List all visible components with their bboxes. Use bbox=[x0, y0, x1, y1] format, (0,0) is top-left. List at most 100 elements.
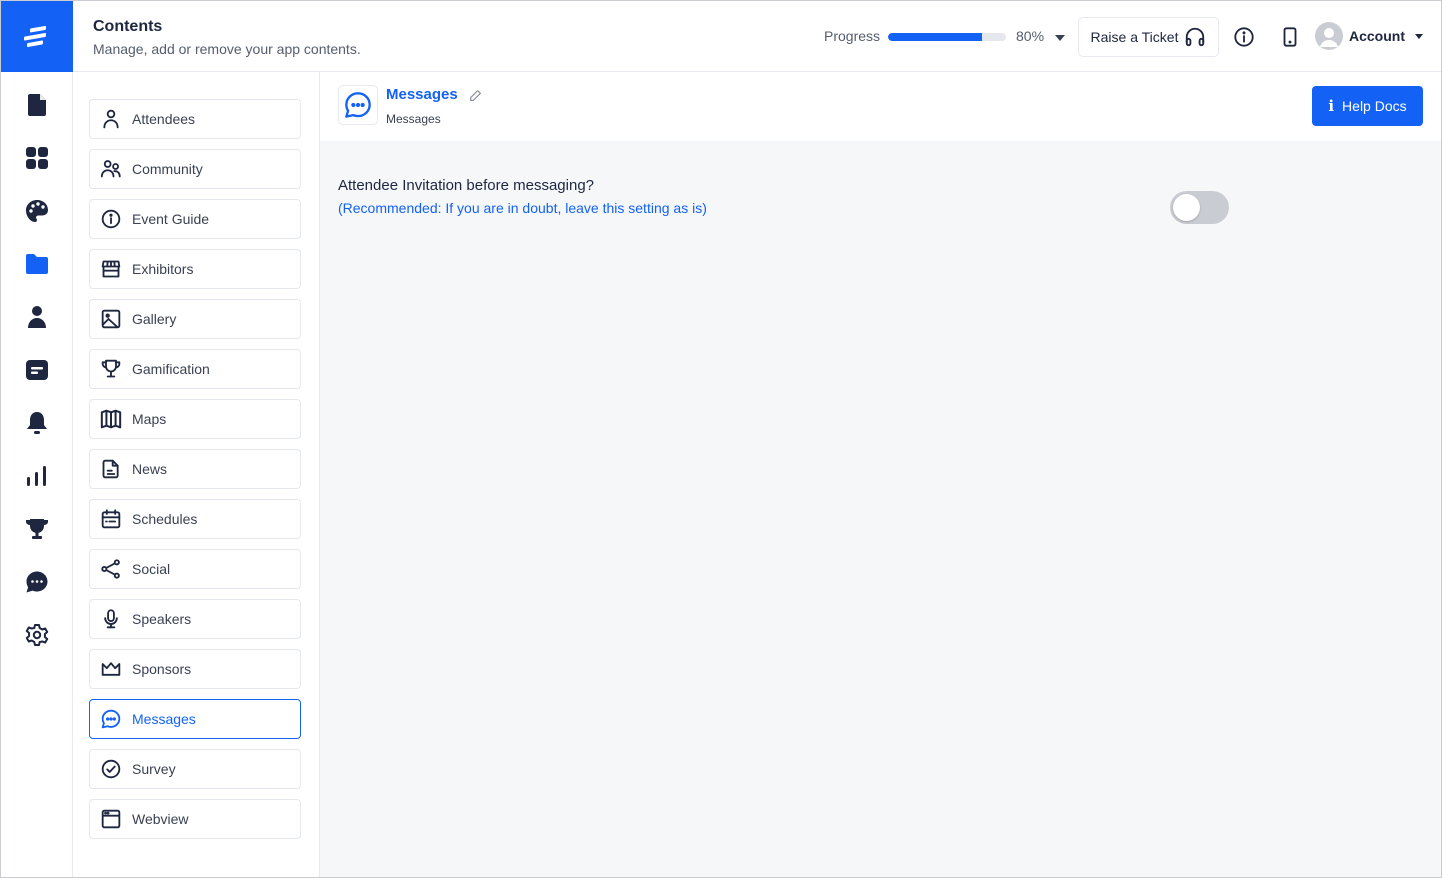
main-nav-rail bbox=[1, 72, 73, 877]
content-item-label: News bbox=[132, 461, 168, 477]
crown-icon bbox=[101, 662, 121, 676]
content-item-gallery[interactable]: Gallery bbox=[89, 299, 301, 339]
content-item-speakers[interactable]: Speakers bbox=[89, 599, 301, 639]
user-icon bbox=[28, 306, 46, 328]
content-item-attendees[interactable]: Attendees bbox=[89, 99, 301, 139]
content-item-webview[interactable]: Webview bbox=[89, 799, 301, 839]
browser-window-icon bbox=[101, 809, 121, 829]
gear-icon bbox=[25, 624, 49, 646]
content-item-sponsors[interactable]: Sponsors bbox=[89, 649, 301, 689]
share-icon bbox=[101, 559, 120, 579]
content-item-gamification[interactable]: Gamification bbox=[89, 349, 301, 389]
raise-ticket-button[interactable]: Raise a Ticket bbox=[1078, 17, 1219, 57]
chat-bubble-icon bbox=[26, 571, 48, 593]
content-item-label: Speakers bbox=[132, 611, 192, 627]
main-panel: Messages Messages i Help Docs Attendee I… bbox=[320, 72, 1441, 877]
calendar-icon bbox=[101, 509, 121, 529]
info-circle-icon bbox=[1234, 27, 1254, 47]
user-outline-icon bbox=[103, 109, 119, 129]
edit-title-button[interactable] bbox=[468, 88, 482, 102]
trophy-outline-icon bbox=[101, 359, 121, 378]
chat-bubble-outline-icon bbox=[101, 709, 121, 729]
progress-label: Progress bbox=[824, 28, 881, 44]
headphones-icon bbox=[1186, 27, 1205, 47]
chat-bubble-outline-icon bbox=[345, 92, 371, 118]
progress-bar bbox=[888, 33, 1006, 41]
nav-contents[interactable] bbox=[25, 252, 49, 276]
setting-title: Attendee Invitation before messaging? bbox=[338, 177, 595, 194]
users-icon bbox=[100, 160, 121, 178]
help-docs-button[interactable]: i Help Docs bbox=[1312, 86, 1423, 126]
content-item-maps[interactable]: Maps bbox=[89, 399, 301, 439]
logo-icon bbox=[24, 25, 46, 47]
nav-dashboard[interactable] bbox=[25, 146, 49, 170]
content-item-exhibitors[interactable]: Exhibitors bbox=[89, 249, 301, 289]
message-square-icon bbox=[26, 360, 48, 380]
setting-hint: (Recommended: If you are in doubt, leave… bbox=[338, 200, 707, 216]
nav-settings[interactable] bbox=[25, 623, 49, 647]
page-title: Contents bbox=[93, 18, 163, 35]
avatar-user-icon bbox=[1320, 28, 1338, 47]
content-item-survey[interactable]: Survey bbox=[89, 749, 301, 789]
avatar bbox=[1315, 22, 1343, 50]
mobile-preview-button[interactable] bbox=[1279, 26, 1301, 48]
image-icon bbox=[101, 309, 121, 329]
info-icon: i bbox=[1328, 97, 1335, 115]
attendee-invitation-toggle[interactable] bbox=[1170, 191, 1229, 224]
page-subtitle: Manage, add or remove your app contents. bbox=[93, 41, 361, 57]
news-document-icon bbox=[102, 459, 119, 479]
content-item-label: Attendees bbox=[132, 111, 196, 127]
progress-bar-fill bbox=[888, 33, 983, 41]
nav-design[interactable] bbox=[25, 199, 49, 223]
grid-icon bbox=[26, 147, 48, 169]
content-subtitle: Messages bbox=[386, 112, 441, 126]
folder-icon bbox=[26, 254, 48, 274]
content-item-social[interactable]: Social bbox=[89, 549, 301, 589]
raise-ticket-label: Raise a Ticket bbox=[1090, 29, 1179, 45]
app-logo[interactable] bbox=[1, 1, 73, 72]
nav-users[interactable] bbox=[25, 305, 49, 329]
content-header: Messages Messages i Help Docs bbox=[320, 72, 1441, 141]
nav-messages[interactable] bbox=[25, 570, 49, 594]
content-item-community[interactable]: Community bbox=[89, 149, 301, 189]
content-item-label: Social bbox=[132, 561, 171, 577]
top-header: Contents Manage, add or remove your app … bbox=[73, 1, 1441, 72]
content-item-label: Gallery bbox=[132, 311, 177, 327]
info-button[interactable] bbox=[1233, 26, 1255, 48]
content-item-messages[interactable]: Messages bbox=[89, 699, 301, 739]
content-item-label: Messages bbox=[132, 711, 196, 727]
progress-dropdown-caret[interactable] bbox=[1055, 35, 1065, 41]
nav-pages[interactable] bbox=[25, 358, 49, 382]
bell-icon bbox=[27, 412, 47, 434]
content-item-label: Gamification bbox=[132, 361, 210, 377]
content-item-label: Community bbox=[132, 161, 203, 177]
content-item-schedules[interactable]: Schedules bbox=[89, 499, 301, 539]
nav-documents[interactable] bbox=[25, 93, 49, 117]
info-circle-icon bbox=[101, 209, 121, 229]
microphone-icon bbox=[104, 609, 118, 629]
account-menu[interactable]: Account bbox=[1315, 22, 1423, 50]
smartphone-icon bbox=[1283, 27, 1297, 47]
content-item-label: Maps bbox=[132, 411, 167, 427]
content-item-label: Schedules bbox=[132, 511, 198, 527]
content-item-news[interactable]: News bbox=[89, 449, 301, 489]
content-list: Attendees Community Event Guide Exhibito… bbox=[73, 72, 320, 877]
pencil-icon bbox=[469, 89, 481, 101]
content-item-label: Survey bbox=[132, 761, 176, 777]
nav-notifications[interactable] bbox=[25, 411, 49, 435]
account-label: Account bbox=[1349, 28, 1405, 44]
document-icon bbox=[28, 94, 46, 116]
help-docs-label: Help Docs bbox=[1342, 98, 1407, 114]
nav-gamification[interactable] bbox=[25, 517, 49, 541]
content-item-label: Sponsors bbox=[132, 661, 192, 677]
storefront-icon bbox=[101, 260, 121, 278]
trophy-icon bbox=[26, 519, 48, 539]
toggle-knob bbox=[1173, 194, 1200, 221]
content-item-label: Event Guide bbox=[132, 211, 210, 227]
bar-chart-icon bbox=[27, 466, 46, 486]
palette-icon bbox=[26, 200, 48, 222]
nav-analytics[interactable] bbox=[25, 464, 49, 488]
content-title[interactable]: Messages bbox=[386, 86, 458, 103]
map-icon bbox=[100, 409, 122, 429]
content-item-event-guide[interactable]: Event Guide bbox=[89, 199, 301, 239]
